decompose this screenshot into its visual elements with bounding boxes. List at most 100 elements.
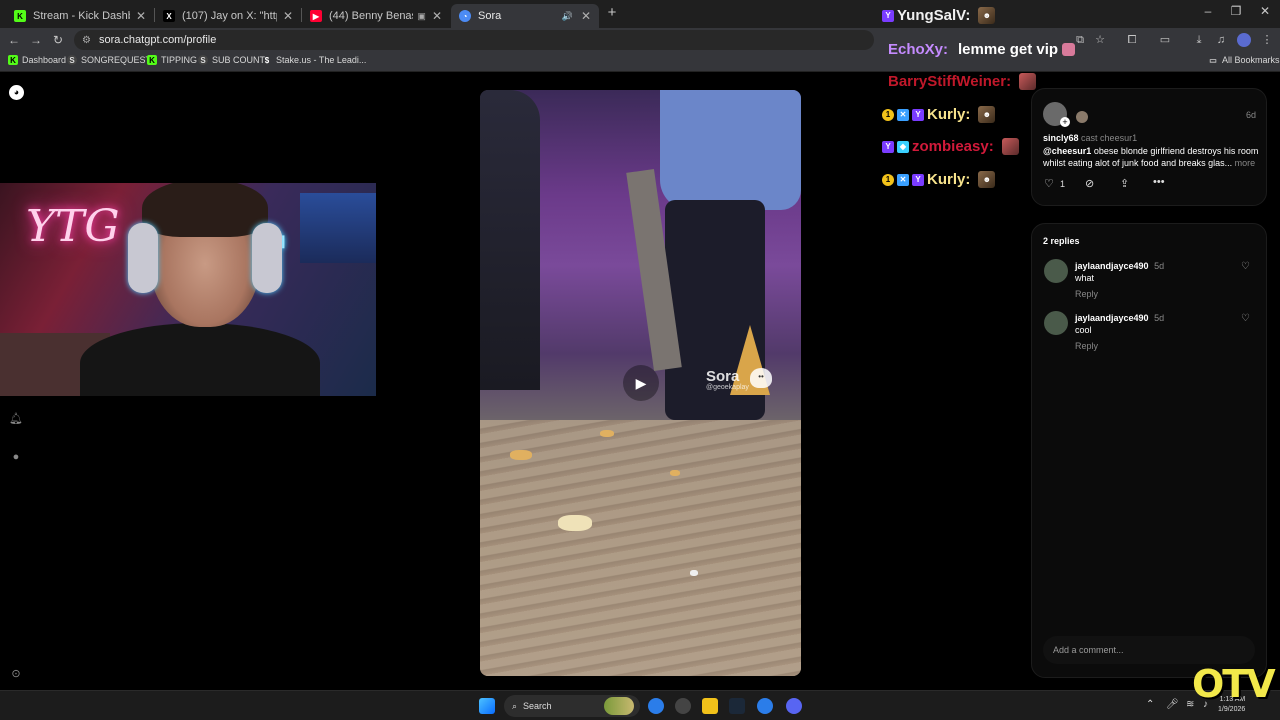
tab-x-post[interactable]: X (107) Jay on X: "https://t.co/tw... ✕: [155, 4, 301, 28]
chat-emote-icon: ☻: [978, 7, 996, 24]
bookmark-sub-count[interactable]: S SUB COUNT: [198, 55, 265, 65]
restore-icon[interactable]: ❐: [1227, 4, 1245, 18]
extensions-icon[interactable]: ⧠: [1125, 33, 1139, 47]
post-author[interactable]: sincly68: [1043, 133, 1079, 143]
tab-youtube[interactable]: ▶ (44) Benny Benassi - Satisfa... ▣ ✕: [302, 4, 450, 28]
share-icon[interactable]: ⇪: [1120, 177, 1129, 190]
chat-message: Y ◆ zombieasy:: [882, 138, 1019, 155]
reply-age: 5d: [1154, 313, 1165, 323]
menu-kebab-icon[interactable]: ⋮: [1260, 33, 1274, 47]
video-scene-crumb: [510, 450, 532, 460]
reply-heart-icon[interactable]: ♡: [1241, 261, 1250, 272]
reply-author[interactable]: jaylaandjayce490: [1075, 313, 1149, 323]
url-text: sora.chatgpt.com/profile: [98, 34, 217, 46]
mention-link[interactable]: @cheesur1: [1043, 146, 1091, 156]
video-scene-figure: [480, 90, 540, 390]
tab-title: Sora: [478, 10, 502, 22]
reply-link[interactable]: Reply: [1075, 289, 1098, 299]
chat-message: EchoXy: lemme get vip: [888, 41, 1076, 58]
audio-playing-icon[interactable]: 🔊: [562, 11, 573, 22]
sora-logo-icon[interactable]: ◕: [9, 85, 24, 100]
bookmark-tipping[interactable]: K TIPPING: [147, 55, 197, 65]
kick-icon: K: [8, 55, 18, 65]
sora-ghost-icon: ••: [750, 368, 772, 388]
notification-bell-icon[interactable]: 🔔︎: [9, 412, 23, 426]
reply-age: 5d: [1154, 261, 1165, 271]
tab-kick-dashboard[interactable]: K Stream - Kick Dashboard ✕: [6, 4, 154, 28]
media-controls-icon[interactable]: ♫: [1214, 33, 1228, 47]
chat-username: YungSalV:: [897, 7, 971, 24]
bookmark-songrequests[interactable]: S SONGREQUESTS: [67, 55, 157, 65]
chat-username: zombieasy:: [912, 138, 994, 155]
close-tab-icon[interactable]: ✕: [432, 9, 442, 23]
file-explorer-icon[interactable]: [702, 698, 718, 714]
taskbar-search[interactable]: ⌕ Search: [504, 695, 640, 717]
chat-message: 1 ✕ Y Kurly: ☻: [882, 106, 996, 123]
like-button[interactable]: ♡ 1: [1044, 177, 1065, 190]
tab-title: Stream - Kick Dashboard: [33, 10, 130, 22]
obs-icon[interactable]: [675, 698, 691, 714]
chat-username: Kurly:: [927, 106, 971, 123]
site-info-icon[interactable]: ⚙: [82, 35, 91, 46]
chrome-icon[interactable]: [648, 698, 664, 714]
tab-sora[interactable]: ◔ Sora 🔊 ✕: [451, 4, 599, 28]
reply-heart-icon[interactable]: ♡: [1241, 313, 1250, 324]
tab-title: (44) Benny Benassi - Satisfa...: [329, 10, 413, 22]
minimize-icon[interactable]: –: [1199, 4, 1217, 18]
reply-author[interactable]: jaylaandjayce490: [1075, 261, 1149, 271]
chat-emote-icon: ☻: [978, 171, 996, 188]
forward-icon[interactable]: →: [28, 32, 44, 48]
sora-video-player[interactable]: ▶ Sora •• @geoekaplay: [480, 90, 801, 676]
microphone-icon[interactable]: 🎤︎: [1166, 699, 1179, 710]
new-tab-button[interactable]: +: [604, 4, 620, 21]
back-icon[interactable]: ←: [6, 32, 22, 48]
play-button[interactable]: ▶: [623, 365, 659, 401]
settings-icon[interactable]: ⊙: [9, 667, 23, 681]
chrome-profile-icon[interactable]: [757, 698, 773, 714]
sora-icon: ◔: [459, 10, 471, 22]
steam-icon[interactable]: [729, 698, 745, 714]
stake-icon: $: [264, 55, 270, 65]
cast-icon[interactable]: ⧉: [1073, 33, 1087, 47]
bookmark-dashboard[interactable]: K Dashboard: [8, 55, 66, 65]
follow-plus-icon[interactable]: +: [1060, 117, 1070, 127]
address-bar[interactable]: ⚙ sora.chatgpt.com/profile: [74, 30, 874, 50]
add-comment-input[interactable]: Add a comment...: [1043, 636, 1255, 664]
reply-avatar[interactable]: [1044, 311, 1068, 335]
reply-avatar[interactable]: [1044, 259, 1068, 283]
bookmark-stake[interactable]: $ Stake.us - The Leadi...: [262, 55, 367, 65]
chat-emote-icon: ☻: [978, 106, 996, 123]
video-scene-crumb: [670, 470, 680, 476]
all-bookmarks-button[interactable]: ▭ All Bookmarks: [1208, 55, 1279, 65]
search-label: Search: [523, 701, 552, 711]
streamer-hair: [142, 183, 268, 237]
reply-meta: jaylaandjayce490 5d: [1075, 313, 1164, 323]
post-age: 6d: [1245, 110, 1256, 120]
reload-icon[interactable]: ↻: [50, 32, 66, 48]
download-icon[interactable]: ⤓: [1192, 33, 1206, 47]
cast-avatar[interactable]: [1076, 111, 1088, 123]
gift-badge-icon: ◆: [897, 140, 909, 153]
more-options-icon[interactable]: •••: [1153, 176, 1165, 188]
profile-avatar[interactable]: [1237, 33, 1251, 47]
chat-emote-icon: [1001, 138, 1019, 155]
close-window-icon[interactable]: ✕: [1256, 4, 1274, 18]
video-scene-crumb: [690, 570, 698, 576]
tab-search-icon[interactable]: ▭: [1158, 33, 1172, 47]
close-tab-icon[interactable]: ✕: [283, 9, 293, 23]
tray-chevron-icon[interactable]: ⌃: [1146, 699, 1154, 710]
bookmark-star-icon[interactable]: ☆: [1093, 33, 1107, 47]
reply-link[interactable]: Reply: [1075, 341, 1098, 351]
browser-tab-strip: K Stream - Kick Dashboard ✕ X (107) Jay …: [0, 0, 1280, 28]
windows-start-icon[interactable]: [479, 698, 495, 714]
discord-icon[interactable]: [786, 698, 802, 714]
close-tab-icon[interactable]: ✕: [581, 9, 591, 23]
rank-badge-icon: 1: [882, 108, 894, 121]
more-link[interactable]: more: [1235, 158, 1256, 168]
bookmark-label: SONGREQUESTS: [81, 55, 158, 65]
video-scene-crumb: [558, 515, 592, 531]
replies-panel: 2 replies jaylaandjayce490 5d what Reply…: [1031, 223, 1267, 678]
remix-icon[interactable]: ⊘: [1085, 177, 1094, 190]
close-tab-icon[interactable]: ✕: [136, 9, 146, 23]
profile-avatar-small[interactable]: ●: [9, 450, 23, 464]
